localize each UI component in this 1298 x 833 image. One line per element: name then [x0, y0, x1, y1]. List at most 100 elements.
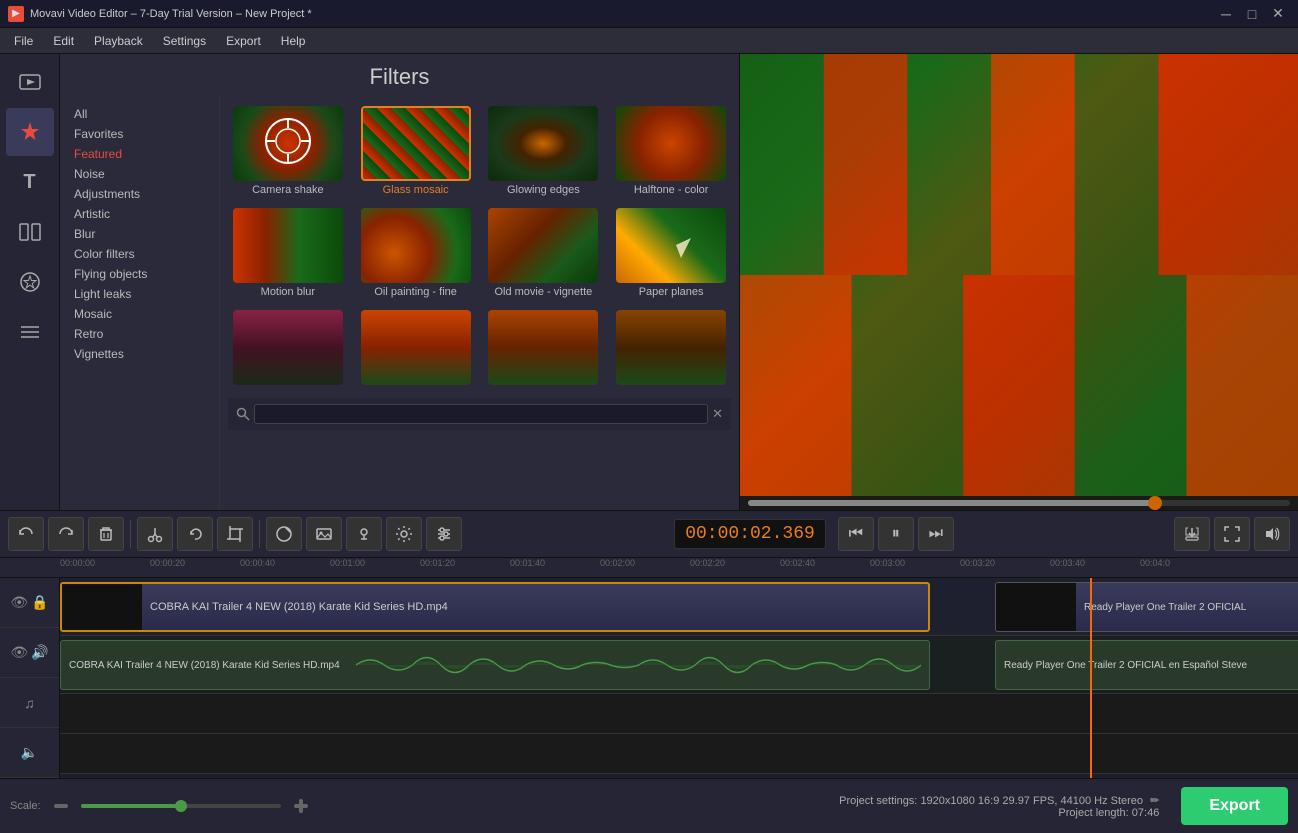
filter-cat-featured[interactable]: Featured [64, 144, 215, 164]
image-button[interactable] [306, 517, 342, 551]
undo-button[interactable] [8, 517, 44, 551]
filter-search-input[interactable] [254, 404, 708, 424]
window-controls[interactable]: ─ □ ✕ [1214, 3, 1290, 25]
tool-titles[interactable]: T [6, 158, 54, 206]
ruler-mark-6: 00:02:00 [600, 558, 635, 568]
preview-background [740, 54, 1298, 496]
fullscreen-button[interactable] [1214, 517, 1250, 551]
export-button[interactable]: Export [1181, 787, 1288, 825]
filter-motion-blur[interactable]: Motion blur [228, 206, 348, 300]
filters-sidebar: All Favorites Featured Noise Adjustments… [60, 96, 220, 510]
audio-clip-2[interactable]: Ready Player One Trailer 2 OFICIAL en Es… [995, 640, 1298, 690]
menu-edit[interactable]: Edit [43, 31, 84, 51]
left-toolbar: T [0, 54, 60, 510]
filter-camera-shake[interactable]: Camera shake [228, 104, 348, 198]
filter-glowing-edges[interactable]: Glowing edges [484, 104, 604, 198]
menu-settings[interactable]: Settings [153, 31, 216, 51]
filter-cat-noise[interactable]: Noise [64, 164, 215, 184]
scale-slider[interactable] [81, 804, 281, 808]
filter-cat-blur[interactable]: Blur [64, 224, 215, 244]
filter-paper-planes[interactable]: Paper planes [611, 206, 731, 300]
ruler-mark-8: 00:02:40 [780, 558, 815, 568]
clip-label-2: Ready Player One Trailer 2 OFICIAL [1076, 602, 1254, 613]
timeline-ruler: 00:00:00 00:00:20 00:00:40 00:01:00 00:0… [0, 558, 1298, 578]
filter-cat-light-leaks[interactable]: Light leaks [64, 284, 215, 304]
filter-cat-favorites[interactable]: Favorites [64, 124, 215, 144]
cut-button[interactable] [137, 517, 173, 551]
filter-label-glass-mosaic: Glass mosaic [383, 184, 449, 196]
filter-thumb-row3-4 [616, 310, 726, 385]
clip-thumbnail-1 [62, 584, 142, 630]
music-track [60, 694, 1298, 734]
preview-area [740, 54, 1298, 496]
tool-effects[interactable] [6, 108, 54, 156]
tool-transitions[interactable] [6, 208, 54, 256]
sfx-icon[interactable]: 🔈 [21, 744, 38, 761]
redo-button[interactable] [48, 517, 84, 551]
filter-cat-adjustments[interactable]: Adjustments [64, 184, 215, 204]
project-length-line: Project length: 07:46 [839, 807, 1159, 819]
preview-progress-container[interactable] [740, 496, 1298, 510]
audio-settings-button[interactable] [426, 517, 462, 551]
ruler-mark-7: 00:02:20 [690, 558, 725, 568]
filter-cat-vignettes[interactable]: Vignettes [64, 344, 215, 364]
main-area: T Filters All Favorites Featured Noise A… [0, 54, 1298, 510]
visibility-icon[interactable]: 👁 [10, 594, 28, 611]
preview-progress-thumb[interactable] [1148, 496, 1162, 510]
menu-export[interactable]: Export [216, 31, 271, 51]
preview-progress-bar[interactable] [748, 500, 1290, 506]
menu-file[interactable]: File [4, 31, 43, 51]
lock-icon[interactable]: 🔒 [31, 594, 48, 611]
filter-glass-mosaic[interactable]: Glass mosaic [356, 104, 476, 198]
audio-mute-icon[interactable]: 🔊 [31, 644, 48, 661]
music-icon[interactable]: ♫ [24, 695, 35, 711]
skip-forward-button[interactable]: ⏭ [918, 517, 954, 551]
filter-cat-color-filters[interactable]: Color filters [64, 244, 215, 264]
filter-halftone-color[interactable]: Halftone - color [611, 104, 731, 198]
video-clip-2[interactable]: Ready Player One Trailer 2 OFICIAL [995, 582, 1298, 632]
menu-playback[interactable]: Playback [84, 31, 153, 51]
filter-row3-4[interactable] [611, 308, 731, 390]
video-clip-1[interactable]: COBRA KAI Trailer 4 NEW (2018) Karate Ki… [60, 582, 930, 632]
audio-button[interactable] [346, 517, 382, 551]
filter-oil-painting-fine[interactable]: Oil painting - fine [356, 206, 476, 300]
ruler-mark-11: 00:03:40 [1050, 558, 1085, 568]
filter-label-halftone-color: Halftone - color [634, 184, 709, 196]
volume-button[interactable] [1254, 517, 1290, 551]
settings-button[interactable] [386, 517, 422, 551]
window-title: Movavi Video Editor – 7-Day Trial Versio… [30, 8, 312, 20]
tool-menu[interactable] [6, 308, 54, 356]
filter-cat-all[interactable]: All [64, 104, 215, 124]
bottom-bar: Scale: Project settings: 1920x1080 16:9 … [0, 778, 1298, 833]
scale-max-icon [293, 798, 309, 814]
title-bar-left: ▶ Movavi Video Editor – 7-Day Trial Vers… [8, 6, 312, 22]
audio-vis-icon[interactable]: 👁 [10, 644, 28, 661]
project-settings-edit-icon[interactable]: ✏ [1150, 795, 1159, 807]
filter-row3-3[interactable] [484, 308, 604, 390]
filter-cat-mosaic[interactable]: Mosaic [64, 304, 215, 324]
minimize-button[interactable]: ─ [1214, 3, 1238, 25]
ruler-mark-1: 00:00:20 [150, 558, 185, 568]
crop-button[interactable] [217, 517, 253, 551]
tool-favorites[interactable] [6, 258, 54, 306]
color-button[interactable] [266, 517, 302, 551]
delete-button[interactable] [88, 517, 124, 551]
filter-cat-artistic[interactable]: Artistic [64, 204, 215, 224]
audio-clip-1[interactable]: COBRA KAI Trailer 4 NEW (2018) Karate Ki… [60, 640, 930, 690]
filter-row3-2[interactable] [356, 308, 476, 390]
pause-button[interactable]: ⏸ [878, 517, 914, 551]
export-frame-button[interactable] [1174, 517, 1210, 551]
menu-help[interactable]: Help [271, 31, 316, 51]
rotate-button[interactable] [177, 517, 213, 551]
search-clear-button[interactable]: ✕ [712, 406, 723, 422]
project-length-label: Project length: [1058, 807, 1128, 819]
filter-old-movie-vignette[interactable]: Old movie - vignette [484, 206, 604, 300]
filter-cat-retro[interactable]: Retro [64, 324, 215, 344]
ruler-mark-9: 00:03:00 [870, 558, 905, 568]
filter-cat-flying-objects[interactable]: Flying objects [64, 264, 215, 284]
skip-back-button[interactable]: ⏮ [838, 517, 874, 551]
maximize-button[interactable]: □ [1240, 3, 1264, 25]
close-button[interactable]: ✕ [1266, 3, 1290, 25]
tool-video-clips[interactable] [6, 58, 54, 106]
filter-row3-1[interactable] [228, 308, 348, 390]
